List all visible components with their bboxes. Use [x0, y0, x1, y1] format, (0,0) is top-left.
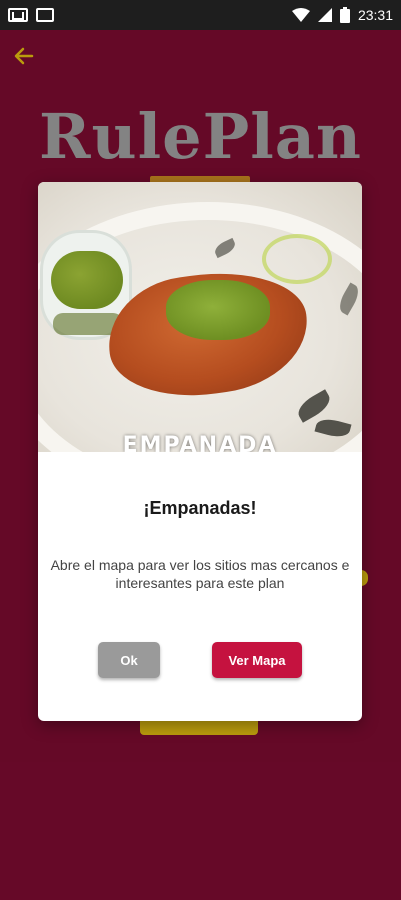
empanada-topping — [166, 280, 270, 340]
app-notification-icon — [36, 8, 54, 22]
sauce — [51, 251, 123, 309]
battery-icon — [339, 7, 350, 23]
empanadas-dialog: EMPANADA ¡Empanadas! Abre el mapa para v… — [38, 182, 362, 721]
dialog-title: ¡Empanadas! — [143, 498, 257, 518]
view-map-button[interactable]: Ver Mapa — [212, 642, 302, 678]
status-time: 23:31 — [357, 7, 393, 23]
signal-icon — [317, 8, 332, 22]
image-caption: EMPANADA — [122, 433, 278, 452]
status-left — [8, 8, 54, 22]
dialog-message: Abre el mapa para ver los sitios mas cer… — [50, 557, 350, 591]
status-bar: 23:31 — [0, 0, 401, 30]
ok-button[interactable]: Ok — [98, 642, 160, 678]
wifi-icon — [291, 8, 310, 22]
gmail-icon — [8, 8, 28, 22]
garnish-ring — [262, 234, 332, 284]
status-right: 23:31 — [291, 7, 393, 23]
dialog-image: EMPANADA — [38, 182, 362, 452]
